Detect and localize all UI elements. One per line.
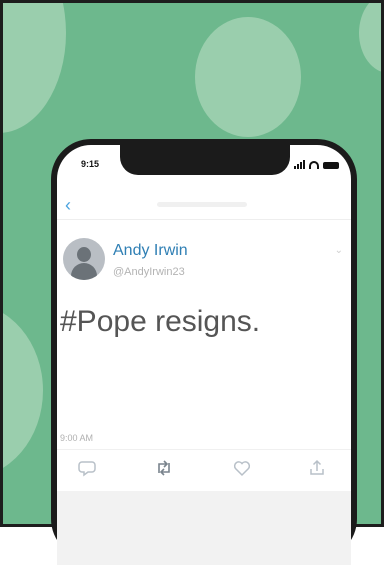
- reply-area-placeholder: [57, 491, 351, 565]
- divider: [57, 449, 351, 450]
- retweet-icon[interactable]: [153, 457, 175, 479]
- share-icon[interactable]: [306, 457, 328, 479]
- phone-screen: 9:15 ‹ Andy Irwin @AndyIrwin23 ⌄ #Pope r…: [57, 145, 351, 565]
- author-handle[interactable]: @AndyIrwin23: [113, 266, 185, 278]
- reply-icon[interactable]: [76, 457, 98, 479]
- status-bar-time: 9:15: [81, 159, 100, 169]
- back-chevron-icon[interactable]: ‹: [65, 196, 71, 214]
- background-circle: [3, 303, 43, 478]
- navigation-bar: ‹: [57, 189, 351, 220]
- author-name[interactable]: Andy Irwin: [113, 242, 188, 260]
- background-circle: [359, 3, 381, 73]
- tweet-timestamp: 9:00 AM: [60, 433, 94, 443]
- status-bar-icons: [294, 159, 339, 169]
- background-circle: [3, 3, 66, 133]
- battery-icon: [323, 162, 339, 169]
- tweet-actions: [57, 457, 351, 481]
- nav-title-placeholder: [157, 202, 247, 207]
- wifi-icon: [309, 161, 319, 169]
- tweet-text: #Pope resigns.: [60, 305, 261, 338]
- avatar[interactable]: [63, 238, 105, 280]
- like-icon[interactable]: [231, 457, 253, 479]
- background-circle: [195, 17, 301, 137]
- signal-icon: [294, 160, 305, 169]
- phone-notch: [120, 145, 290, 175]
- chevron-down-icon[interactable]: ⌄: [335, 245, 343, 256]
